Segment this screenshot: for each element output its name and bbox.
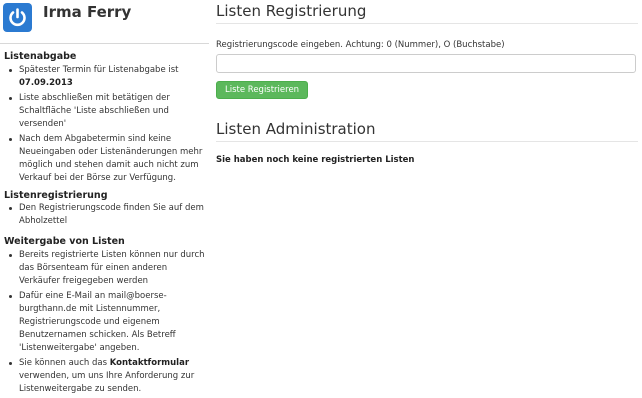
list-item: Dafür eine E-Mail an mail@boerse-burgtha… [0,290,209,355]
section-title-listenabgabe: Listenabgabe [4,51,77,62]
registration-code-label: Registrierungscode eingeben. Achtung: 0 … [216,40,505,50]
heading-rule [216,141,638,142]
heading-rule [216,23,638,24]
list-item: Spätester Termin für Listenabgabe ist 07… [0,64,209,90]
item-suffix: verwenden, um uns Ihre Anforderung zur L… [19,371,195,394]
user-name: Irma Ferry [43,3,132,21]
registration-code-input[interactable] [216,54,636,73]
deadline-date: 07.09.2013 [19,78,73,88]
list-item: Sie können auch das Kontaktformular verw… [0,357,209,396]
section-title-listenregistrierung: Listenregistrierung [4,190,108,201]
main-content: Listen Registrierung Registrierungscode … [216,0,638,397]
sidebar: Irma Ferry Listenabgabe Spätester Termin… [0,0,209,397]
kontaktformular-link[interactable]: Kontaktformular [110,358,189,368]
empty-lists-message: Sie haben noch keine registrierten Liste… [216,155,415,165]
registration-heading: Listen Registrierung [216,2,367,20]
administration-heading: Listen Administration [216,120,376,138]
item-prefix: Sie können auch das [19,358,107,368]
sidebar-divider [0,43,209,44]
power-icon [3,3,32,32]
deadline-text: Spätester Termin für Listenabgabe ist [19,65,179,75]
register-list-button[interactable]: Liste Registrieren [216,81,309,99]
listenregistrierung-list: Den Registrierungscode finden Sie auf de… [0,202,209,230]
list-item: Liste abschließen mit betätigen der Scha… [0,92,209,131]
listenabgabe-list: Spätester Termin für Listenabgabe ist 07… [0,64,209,187]
list-item: Nach dem Abgabetermin sind keine Neueing… [0,133,209,185]
weitergabe-list: Bereits registrierte Listen können nur d… [0,249,209,398]
section-title-weitergabe: Weitergabe von Listen [4,236,125,247]
list-item: Den Registrierungscode finden Sie auf de… [0,202,209,228]
list-item: Bereits registrierte Listen können nur d… [0,249,209,288]
